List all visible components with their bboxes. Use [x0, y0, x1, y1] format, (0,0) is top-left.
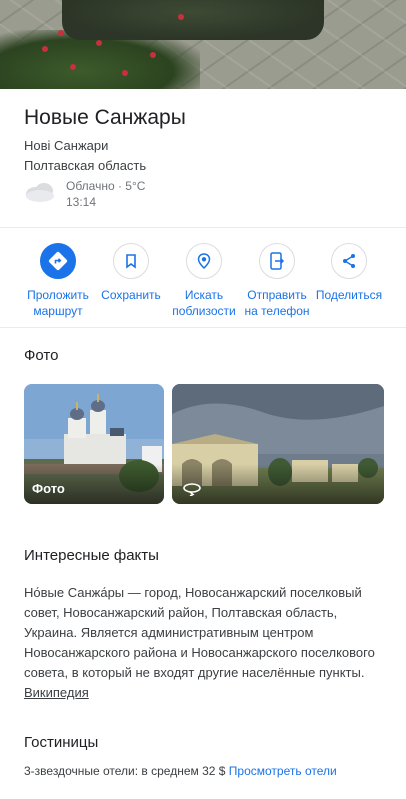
directions-label: Проложить маршрут — [27, 288, 89, 318]
hero-flower — [178, 14, 184, 20]
hotels-summary: 3-звездочные отели: в среднем 32 $ Просм… — [24, 764, 337, 778]
hero-flower — [122, 70, 128, 76]
nearby-button[interactable]: Искать поблизости — [166, 243, 242, 319]
hero-hedge — [62, 0, 324, 40]
hero-flower — [42, 46, 48, 52]
place-region: Полтавская область — [24, 158, 147, 173]
place-alt-name: Нові Санжари — [24, 138, 109, 153]
send-to-phone-button[interactable]: Отправить на телефон — [239, 243, 315, 319]
share-icon — [331, 243, 367, 279]
photo-360[interactable] — [172, 384, 384, 504]
cloud-icon — [26, 183, 54, 202]
weather-time: 13:14 — [66, 195, 97, 209]
360-icon — [183, 483, 201, 496]
facts-title: Интересные факты — [24, 547, 159, 564]
directions-icon — [40, 243, 76, 279]
place-header: Новые Санжары Нові Санжари Полтавская об… — [24, 104, 384, 176]
wikipedia-link[interactable]: Википедия — [24, 685, 89, 700]
send-to-phone-label: Отправить на телефон — [244, 288, 310, 318]
action-bar: Проложить маршрут Сохранить Искать побли… — [0, 243, 406, 321]
weather-condition: Облачно · 5°C — [66, 179, 146, 193]
bookmark-icon — [113, 243, 149, 279]
photos-title: Фото — [24, 347, 59, 364]
nearby-label: Искать поблизости — [172, 288, 236, 318]
directions-button[interactable]: Проложить маршрут — [20, 243, 96, 319]
hero-flower — [96, 40, 102, 46]
place-title: Новые Санжары — [24, 106, 186, 129]
share-label: Поделиться — [315, 288, 383, 302]
save-button[interactable]: Сохранить — [93, 243, 169, 303]
facts-body: Но́вые Санжа́ры — город, Новосанжарский … — [24, 585, 375, 680]
send-to-phone-icon — [259, 243, 295, 279]
hero-photo[interactable] — [0, 0, 406, 89]
photo-caption: Фото — [32, 481, 65, 496]
photo-church[interactable]: Фото — [24, 384, 164, 504]
share-button[interactable]: Поделиться — [311, 243, 387, 303]
photo-shade — [172, 464, 384, 504]
save-label: Сохранить — [101, 288, 161, 302]
hero-flower — [70, 64, 76, 70]
weather-widget: Облачно · 5°C 13:14 — [24, 178, 224, 210]
hero-flower — [58, 30, 64, 36]
hotels-price: 3-звездочные отели: в среднем 32 $ — [24, 764, 226, 778]
view-hotels-link[interactable]: Просмотреть отели — [229, 764, 337, 778]
facts-text: Но́вые Санжа́ры — город, Новосанжарский … — [24, 583, 380, 703]
divider — [0, 227, 406, 228]
nearby-icon — [186, 243, 222, 279]
hero-flower — [150, 52, 156, 58]
hotels-title: Гостиницы — [24, 734, 99, 751]
divider — [0, 327, 406, 328]
